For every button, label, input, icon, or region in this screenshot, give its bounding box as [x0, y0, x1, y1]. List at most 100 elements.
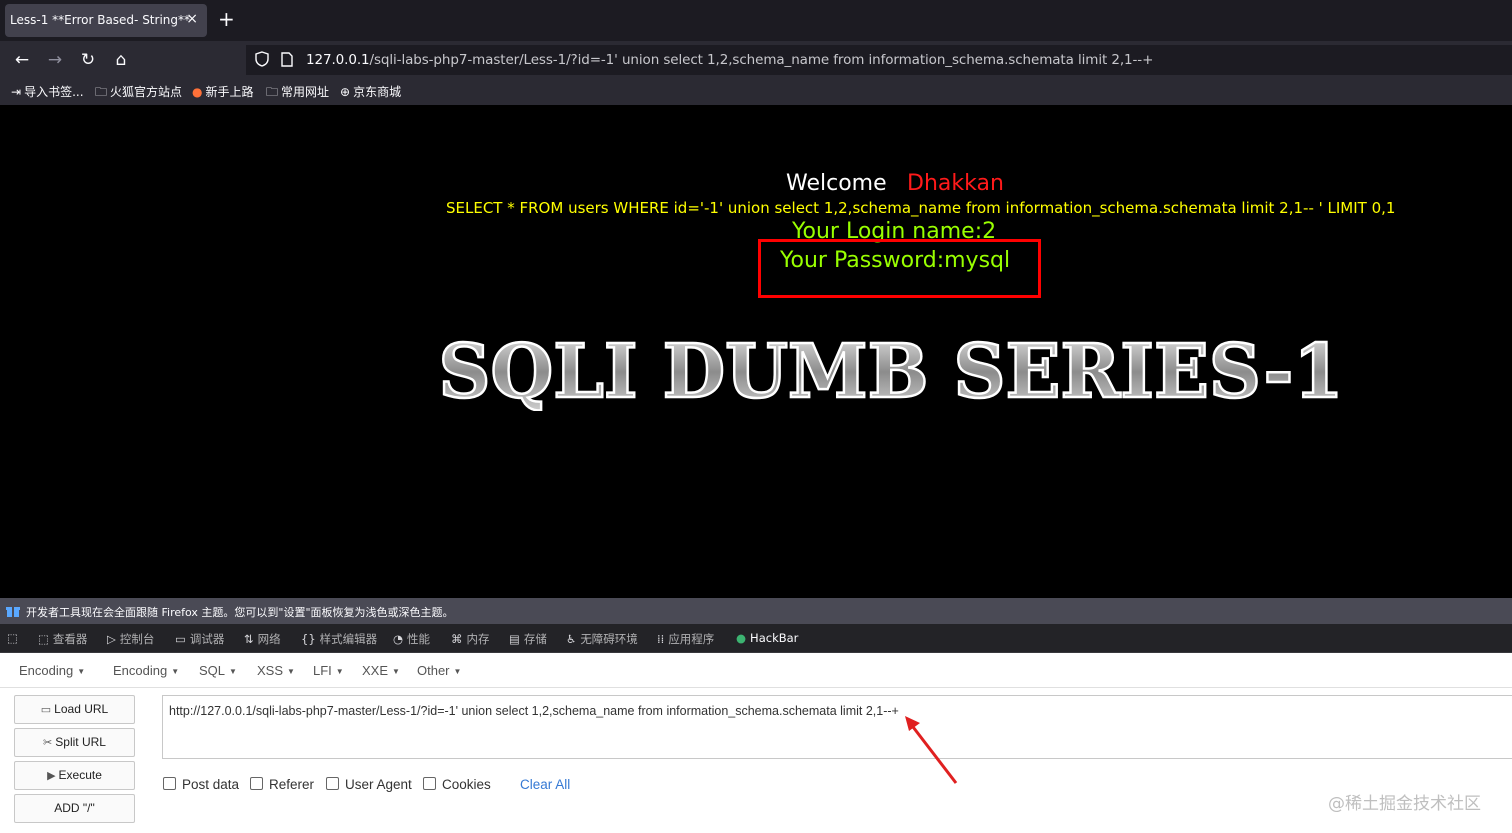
- tab-bar: Less-1 **Error Based- String** × +: [0, 0, 1512, 41]
- welcome-text: Welcome: [786, 171, 887, 196]
- tab-style-editor[interactable]: {} 样式编辑器: [301, 631, 377, 647]
- reload-icon[interactable]: ↻: [77, 49, 99, 71]
- load-url-button[interactable]: ▭ Load URL: [14, 695, 135, 724]
- menu-other[interactable]: Other ▼: [417, 663, 461, 678]
- browser-tab[interactable]: Less-1 **Error Based- String** ×: [5, 4, 207, 37]
- menu-label: Encoding: [113, 663, 168, 678]
- menu-lfi[interactable]: LFI ▼: [313, 663, 344, 678]
- tab-accessibility[interactable]: ♿ 无障碍环境: [566, 631, 638, 647]
- tab-inspector[interactable]: ⬚ 查看器: [38, 631, 87, 647]
- inspector-icon: ⬚: [38, 632, 49, 646]
- menu-sql[interactable]: SQL ▼: [199, 663, 237, 678]
- tab-application[interactable]: ⁞⁞ 应用程序: [657, 631, 714, 647]
- back-arrow-icon[interactable]: ←: [11, 49, 33, 71]
- tab-label: 样式编辑器: [319, 632, 378, 646]
- element-picker-icon[interactable]: ⬚: [7, 631, 22, 645]
- devtools-notice: 开发者工具现在会全面跟随 Firefox 主题。您可以到"设置"面板恢复为浅色或…: [0, 598, 1512, 624]
- clear-all-link[interactable]: Clear All: [520, 777, 570, 792]
- storage-icon: ▤: [509, 632, 520, 646]
- navigation-bar: ← → ↻ ⌂ 127.0.0.1/sqli-labs-php7-master/…: [0, 41, 1512, 77]
- folder-icon: 🗀: [266, 85, 279, 99]
- tab-performance[interactable]: ◔ 性能: [393, 631, 430, 647]
- red-arrow-annotation: [905, 716, 958, 784]
- page-content: Welcome Dhakkan SELECT * FROM users WHER…: [0, 105, 1512, 598]
- tab-label: 控制台: [119, 632, 155, 646]
- button-label: ADD "/": [54, 801, 95, 815]
- hackbar-panel: Encoding ▼ Encoding ▼ SQL ▼ XSS ▼ LFI ▼ XXE ▼ …: [0, 653, 1512, 833]
- menu-xss[interactable]: XSS ▼: [257, 663, 295, 678]
- firefox-icon: ●: [192, 85, 203, 99]
- split-url-button[interactable]: ✂ Split URL: [14, 728, 135, 757]
- url-textarea[interactable]: http://127.0.0.1/sqli-labs-php7-master/L…: [162, 695, 1512, 759]
- menu-xxe[interactable]: XXE ▼: [362, 663, 400, 678]
- home-icon[interactable]: ⌂: [110, 49, 132, 71]
- bookmark-import[interactable]: ⇥ 导入书签...: [11, 83, 84, 100]
- tab-label: 网络: [257, 632, 281, 646]
- bookmark-getting-started[interactable]: ● 新手上路: [192, 83, 254, 100]
- performance-icon: ◔: [393, 632, 404, 646]
- bookmark-firefox-sites[interactable]: 🗀 火狐官方站点: [95, 83, 182, 104]
- caret-down-icon: ▼: [229, 667, 237, 677]
- highlight-box: [758, 239, 1041, 298]
- menu-label: LFI: [313, 663, 332, 678]
- devtools-toolbar: ⬚ ⬚ 查看器 ▷ 控制台 ▭ 调试器 ⇅ 网络 {} 样式编辑器 ◔ 性能 ⌘ 内存 ▤ 存储…: [0, 624, 1512, 653]
- import-icon: ⇥: [11, 85, 22, 99]
- caret-down-icon: ▼: [77, 667, 86, 677]
- address-bar[interactable]: 127.0.0.1/sqli-labs-php7-master/Less-1/?…: [246, 45, 1512, 75]
- menu-label: XXE: [362, 663, 389, 678]
- bookmark-jd[interactable]: ⊕ 京东商城: [340, 83, 401, 100]
- checkbox-label: Cookies: [442, 777, 491, 792]
- accessibility-icon: ♿: [566, 632, 577, 646]
- new-tab-button[interactable]: +: [218, 8, 235, 30]
- folder-icon: 🗀: [95, 85, 108, 99]
- checkbox-label: User Agent: [345, 777, 412, 792]
- notice-text: 开发者工具现在会全面跟随 Firefox 主题。您可以到"设置"面板恢复为浅色或…: [26, 606, 454, 619]
- bookmark-label: 新手上路: [205, 85, 254, 99]
- shield-icon[interactable]: [255, 51, 269, 67]
- close-tab-icon[interactable]: ×: [186, 11, 198, 27]
- tab-label: 应用程序: [668, 632, 715, 646]
- referer-checkbox[interactable]: Referer: [250, 777, 314, 792]
- checkbox-box[interactable]: [250, 777, 263, 790]
- checkbox-box[interactable]: [163, 777, 176, 790]
- watermark-text: @稀土掘金技术社区: [1328, 794, 1481, 814]
- memory-icon: ⌘: [451, 632, 463, 646]
- bookmark-common-sites[interactable]: 🗀 常用网址: [266, 83, 329, 104]
- user-name: Dhakkan: [907, 171, 1004, 196]
- checkbox-box[interactable]: [423, 777, 436, 790]
- user-agent-checkbox[interactable]: User Agent: [326, 777, 412, 792]
- application-icon: ⁞⁞: [657, 632, 665, 646]
- caret-down-icon: ▼: [287, 667, 295, 677]
- tab-memory[interactable]: ⌘ 内存: [451, 631, 490, 647]
- tab-label: 无障碍环境: [580, 632, 638, 646]
- hackbar-menu: Encoding ▼ Encoding ▼ SQL ▼ XSS ▼ LFI ▼ XXE ▼ …: [0, 653, 1512, 688]
- url-path: /sqli-labs-php7-master/Less-1/?id=-1' un…: [369, 52, 1154, 68]
- menu-encoding[interactable]: Encoding ▼: [113, 663, 179, 678]
- tab-label: 调试器: [189, 632, 225, 646]
- hackbar-icon: ●: [736, 631, 747, 645]
- tab-console[interactable]: ▷ 控制台: [107, 631, 154, 647]
- load-icon: ▭: [40, 704, 52, 716]
- tab-network[interactable]: ⇅ 网络: [244, 631, 281, 647]
- tab-hackbar[interactable]: ● HackBar: [736, 631, 798, 645]
- menu-encryption[interactable]: Encoding ▼: [19, 663, 85, 678]
- cookies-checkbox[interactable]: Cookies: [423, 777, 491, 792]
- execute-button[interactable]: ▶ Execute: [14, 761, 135, 790]
- url-text[interactable]: 127.0.0.1/sqli-labs-php7-master/Less-1/?…: [306, 52, 1153, 68]
- add-slash-button[interactable]: ADD "/": [14, 794, 135, 823]
- bookmark-label: 火狐官方站点: [110, 85, 183, 99]
- checkbox-box[interactable]: [326, 777, 339, 790]
- bookmark-label: 常用网址: [281, 85, 330, 99]
- post-data-checkbox[interactable]: Post data: [163, 777, 239, 792]
- style-editor-icon: {}: [301, 632, 316, 646]
- gift-icon: [6, 607, 20, 617]
- tab-storage[interactable]: ▤ 存储: [509, 631, 547, 647]
- globe-icon: ⊕: [340, 85, 351, 99]
- menu-label: XSS: [257, 663, 284, 678]
- sql-query-text: SELECT * FROM users WHERE id='-1' union …: [446, 199, 1396, 217]
- url-host: 127.0.0.1: [306, 52, 370, 68]
- bookmarks-bar: ⇥ 导入书签... 🗀 火狐官方站点 ● 新手上路 🗀 常用网址 ⊕ 京东商城: [0, 77, 1512, 106]
- forward-arrow-icon[interactable]: →: [44, 49, 66, 71]
- debugger-icon: ▭: [175, 632, 186, 646]
- tab-debugger[interactable]: ▭ 调试器: [175, 631, 224, 647]
